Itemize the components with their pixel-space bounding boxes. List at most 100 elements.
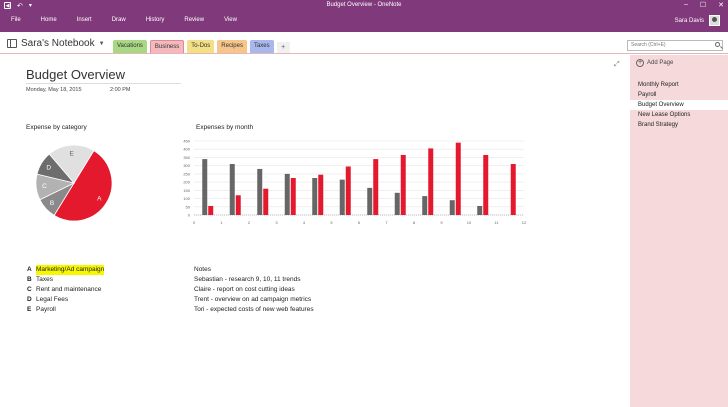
chevron-down-icon[interactable]: ▼ — [99, 41, 105, 47]
ribbon-tab-draw[interactable]: Draw — [112, 17, 126, 23]
note-line: Sebastian - research 9, 10, 11 trends — [194, 276, 301, 283]
y-tick-label: 450 — [183, 139, 190, 144]
bar-month-3-series-1 — [257, 168, 263, 215]
title-bar: ◀ ↶ ▾ Budget Overview - OneNote – ☐ ✕ — [0, 0, 728, 11]
ribbon-tab-history[interactable]: History — [146, 17, 165, 23]
x-tick-label: 1 — [220, 220, 223, 225]
bar-month-1-series-1 — [202, 159, 208, 215]
page-date: Monday, May 18, 2015 — [26, 87, 82, 93]
notebook-bar: Sara's Notebook ▼ Vacations Business To-Do… — [0, 32, 728, 54]
note-line: Claire - report on cost cutting ideas — [194, 286, 295, 293]
expand-icon[interactable]: ⤢ — [614, 61, 620, 69]
y-tick-label: 350 — [183, 155, 190, 160]
bar-month-8-series-1 — [394, 192, 400, 215]
bar-month-11-series-2 — [483, 154, 489, 215]
pie-chart-title: Expense by category — [26, 124, 87, 131]
bar-month-3-series-2 — [263, 188, 269, 215]
section-tab-taxes[interactable]: Taxes — [249, 40, 274, 53]
ribbon-tabs: File Home Insert Draw History Review View — [11, 17, 257, 23]
y-tick-label: 250 — [183, 171, 190, 176]
page-list: Monthly Report Payroll Budget Overview New … — [630, 80, 728, 130]
x-tick-label: 9 — [440, 220, 443, 225]
y-tick-label: 100 — [183, 196, 190, 201]
window-controls: – ☐ ✕ — [684, 1, 724, 9]
notebook-icon — [7, 39, 17, 48]
add-page-button[interactable]: + Add Page — [636, 59, 673, 67]
legend-label: Marketing/Ad campaign — [36, 265, 105, 275]
section-tab-recipes[interactable]: Recipes — [217, 40, 247, 53]
legend-item: C Rent and maintenance — [27, 285, 104, 295]
bar-month-10-series-1 — [449, 200, 455, 215]
search-placeholder: Search (Ctrl+E) — [631, 42, 666, 48]
plus-icon: + — [636, 59, 644, 67]
add-section-button[interactable]: + — [276, 42, 290, 53]
avatar[interactable] — [709, 15, 720, 26]
page-item[interactable]: New Lease Options — [630, 110, 728, 120]
legend-label: Legal Fees — [36, 296, 69, 303]
search-icon[interactable] — [715, 42, 720, 47]
y-tick-label: 400 — [183, 147, 190, 152]
search-input[interactable]: Search (Ctrl+E) — [627, 40, 723, 51]
legend-item: D Legal Fees — [27, 295, 104, 305]
pie-label-d: D — [46, 165, 51, 172]
page-item[interactable]: Brand Strategy — [630, 120, 728, 130]
ribbon-tab-home[interactable]: Home — [41, 17, 57, 23]
notebook-picker[interactable]: Sara's Notebook ▼ — [7, 38, 105, 49]
section-tab-business[interactable]: Business — [149, 40, 185, 53]
bar-month-8-series-2 — [400, 154, 406, 215]
page-item[interactable]: Budget Overview — [630, 100, 728, 110]
pie-legend: A Marketing/Ad campaign B Taxes C Rent and ma… — [27, 265, 105, 315]
bar-month-11-series-1 — [477, 205, 483, 215]
page-title[interactable]: Budget Overview — [26, 67, 125, 82]
ribbon-tab-review[interactable]: Review — [184, 17, 204, 23]
section-tab-vacations[interactable]: Vacations — [113, 40, 147, 53]
pie-label-a: A — [97, 195, 102, 202]
user-account[interactable]: Sara Davis — [675, 15, 720, 26]
ribbon-tab-file[interactable]: File — [11, 17, 21, 23]
note-line: Trent - overview on ad campaign metrics — [194, 296, 312, 303]
bar-month-6-series-2 — [345, 166, 351, 215]
y-tick-label: 50 — [186, 204, 191, 209]
title-underline — [26, 83, 181, 84]
page-canvas[interactable]: ⤢ Budget Overview Monday, May 18, 2015 2… — [0, 55, 630, 407]
ribbon-tab-view[interactable]: View — [224, 17, 237, 23]
page-item[interactable]: Monthly Report — [630, 80, 728, 90]
x-tick-label: 0 — [193, 220, 196, 225]
maximize-button[interactable]: ☐ — [700, 1, 706, 9]
close-button[interactable]: ✕ — [718, 1, 724, 9]
bar-chart: 0501001502002503003504004500 1 2 3 4 5 6 7 8 9 10 1… — [183, 139, 527, 226]
legend-key: A — [27, 266, 32, 273]
x-tick-label: 5 — [330, 220, 333, 225]
bar-month-9-series-2 — [428, 148, 434, 215]
minimize-button[interactable]: – — [684, 1, 688, 9]
x-tick-label: 7 — [385, 220, 388, 225]
bar-month-12-series-2 — [510, 164, 516, 215]
pie-label-b: B — [50, 200, 54, 207]
bar-month-5-series-1 — [312, 178, 318, 215]
legend-key: B — [27, 276, 32, 283]
pie-label-e: E — [70, 150, 75, 157]
ribbon-tab-insert[interactable]: Insert — [77, 17, 92, 23]
x-tick-label: 2 — [248, 220, 251, 225]
ribbon: File Home Insert Draw History Review View Sara… — [0, 11, 728, 32]
notes-lines: Sebastian - research 9, 10, 11 trends Cla… — [194, 275, 314, 315]
section-tabs: Vacations Business To-Dos Recipes Taxes + — [113, 40, 290, 53]
bar-month-4-series-1 — [284, 173, 290, 215]
bar-month-7-series-2 — [373, 159, 379, 215]
add-page-label: Add Page — [647, 60, 674, 66]
note-line: Tori - expected costs of new web feature… — [194, 306, 314, 313]
section-tab-todos[interactable]: To-Dos — [187, 40, 215, 53]
page-time: 2:00 PM — [110, 87, 131, 93]
pie-chart: A B C D E — [35, 144, 113, 222]
notes-block[interactable]: Notes Sebastian - research 9, 10, 11 tre… — [194, 265, 314, 315]
x-tick-label: 3 — [275, 220, 278, 225]
x-tick-label: 11 — [494, 220, 499, 225]
bar-month-4-series-2 — [290, 178, 296, 215]
window-title: Budget Overview - OneNote — [326, 2, 402, 8]
page-item[interactable]: Payroll — [630, 90, 728, 100]
user-name: Sara Davis — [674, 17, 704, 24]
legend-key: D — [27, 296, 32, 303]
bar-month-10-series-2 — [455, 142, 461, 215]
y-tick-label: 300 — [183, 163, 190, 168]
bar-month-2-series-2 — [235, 195, 241, 215]
